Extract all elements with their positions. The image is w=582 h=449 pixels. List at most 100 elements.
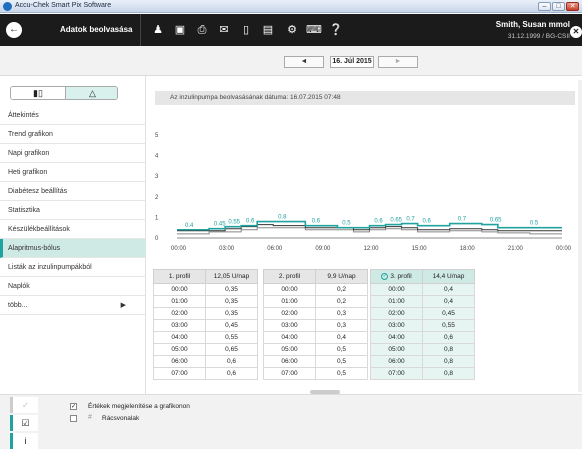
table-row: 06:00 0,8 (370, 355, 475, 368)
table-row: 06:00 0,5 (263, 355, 368, 368)
data-label: 0.6 (246, 219, 255, 225)
maximize-button[interactable]: □ (552, 2, 565, 11)
rate-cell: 0,35 (205, 283, 258, 296)
profile-table: ✓ 3. profil 14,4 U/nap 00:00 0,4 01:00 0,4 02:0… (370, 269, 475, 380)
rate-cell: 0,8 (422, 367, 475, 380)
sidebar-item[interactable]: Diabétesz beállítás (0, 182, 146, 201)
data-label: 0.5 (530, 221, 539, 227)
sidebar-item[interactable]: Alapritmus-bólus (0, 239, 146, 258)
minimize-button[interactable]: ‒ (538, 2, 551, 11)
sidebar-item[interactable]: Statisztika (0, 201, 146, 220)
rate-cell: 0,6 (205, 367, 258, 380)
rate-cell: 0,5 (315, 355, 368, 368)
previous-day-button[interactable]: ◄ (284, 56, 324, 68)
data-label: 0.7 (406, 217, 415, 223)
bar-chart-view-icon[interactable]: ▮▯ (11, 87, 65, 99)
table-row: 07:00 0,6 (153, 367, 258, 380)
table-row: 06:00 0,6 (153, 355, 258, 368)
sidebar-item-label: Alapritmus-bólus (8, 245, 61, 252)
profile-name[interactable]: 2. profil (263, 269, 316, 284)
back-arrow-icon[interactable]: ← (6, 22, 22, 38)
time-cell: 03:00 (263, 319, 316, 332)
device-config-icon[interactable]: ⌨ (306, 22, 322, 38)
x-tick-label: 21:00 (508, 246, 524, 252)
rate-cell: 0,3 (315, 307, 368, 320)
basal-rate-chart: 0 1 2 3 4 5 00:00 03:00 06:00 09:00 12:00 15:00 18:0… (146, 105, 575, 255)
y-tick-label: 5 (155, 133, 159, 139)
close-patient-icon[interactable]: ✕ (570, 26, 582, 38)
profile-daily-total: 12,05 U/nap (205, 269, 258, 284)
x-tick-label: 15:00 (412, 246, 428, 252)
vertical-scrollbar[interactable] (578, 80, 582, 392)
save-icon[interactable]: ▣ (172, 22, 188, 38)
sidebar-item[interactable]: Trend grafikon (0, 125, 146, 144)
table-row: 00:00 0,2 (263, 283, 368, 296)
next-day-button[interactable]: ► (378, 56, 418, 68)
y-tick-label: 3 (155, 174, 159, 180)
close-window-button[interactable]: ✕ (566, 2, 579, 11)
sidebar: ▮▯ △ Áttekintés Trend grafikon Napi grafik… (0, 76, 146, 394)
data-label: 0.6 (312, 219, 321, 225)
data-label: 0.45 (214, 222, 226, 228)
rate-cell: 0,45 (205, 319, 258, 332)
patients-icon[interactable]: ♟ (150, 22, 166, 38)
data-label: 0.4 (185, 223, 194, 229)
rate-cell: 0,6 (205, 355, 258, 368)
sidebar-item-label: Napi grafikon (8, 150, 50, 157)
sidebar-item[interactable]: Készülékbeállítások (0, 220, 146, 239)
table-row: 05:00 0,65 (153, 343, 258, 356)
gridlines-checkbox[interactable] (70, 415, 77, 422)
print-icon[interactable]: ⎙ (194, 22, 210, 38)
time-cell: 07:00 (263, 367, 316, 380)
show-values-checkbox[interactable]: ✓ (70, 403, 77, 410)
sidebar-item-label: Listák az inzulinpumpákból (8, 264, 92, 271)
profile-name: ✓ 3. profil (370, 269, 423, 284)
profile-table: 1. profil 12,05 U/nap 00:00 0,35 01:00 0,35 02… (153, 269, 258, 380)
current-date: 16. Júl 2015 (330, 56, 374, 68)
table-row: 04:00 0,55 (153, 331, 258, 344)
time-cell: 07:00 (370, 367, 423, 380)
time-cell: 02:00 (153, 307, 206, 320)
pdf-icon[interactable]: ▯ (238, 22, 254, 38)
time-cell: 06:00 (370, 355, 423, 368)
x-tick-label: 12:00 (364, 246, 380, 252)
sidebar-item-label: Áttekintés (8, 112, 39, 119)
table-row: 00:00 0,4 (370, 283, 475, 296)
time-cell: 00:00 (153, 283, 206, 296)
date-navigation-bar: ◄ 16. Júl 2015 ► (0, 46, 582, 76)
help-icon[interactable]: ❔ (328, 22, 344, 38)
time-cell: 06:00 (153, 355, 206, 368)
sidebar-item[interactable]: Naplók (0, 277, 146, 296)
toolbar-divider (140, 14, 141, 46)
settings-gear-icon[interactable]: ⚙ (284, 22, 300, 38)
sidebar-item[interactable]: Listák az inzulinpumpákból (0, 258, 146, 277)
table-row: 02:00 0,3 (263, 307, 368, 320)
rate-cell: 0,3 (315, 319, 368, 332)
time-cell: 01:00 (370, 295, 423, 308)
sidebar-item[interactable]: Napi grafikon (0, 144, 146, 163)
time-cell: 06:00 (263, 355, 316, 368)
rate-cell: 0,8 (422, 355, 475, 368)
rate-cell: 0,6 (422, 331, 475, 344)
time-cell: 04:00 (370, 331, 423, 344)
sidebar-item[interactable]: több... ▶ (0, 296, 146, 315)
sidebar-item[interactable]: Áttekintés (0, 106, 146, 125)
profile-name-label: 2. profil (278, 273, 301, 280)
options-checkbox-icon[interactable]: ☑ (10, 415, 38, 431)
y-tick-label: 0 (155, 236, 159, 242)
y-tick-label: 2 (155, 195, 159, 201)
image-export-icon[interactable]: ▤ (260, 22, 276, 38)
toolbar-title: Adatok beolvasása (60, 25, 133, 34)
table-row: 02:00 0,45 (370, 307, 475, 320)
time-cell: 05:00 (263, 343, 316, 356)
rate-cell: 0,4 (422, 295, 475, 308)
email-icon[interactable]: ✉ (216, 22, 232, 38)
time-cell: 02:00 (263, 307, 316, 320)
info-icon[interactable]: i (10, 433, 38, 449)
sidebar-item[interactable]: Heti grafikon (0, 163, 146, 182)
main-toolbar: ← Adatok beolvasása ♟ ▣ ⎙ ✉ ▯ ▤ ⚙ ⌨ ❔ Sm… (0, 14, 582, 46)
time-cell: 00:00 (263, 283, 316, 296)
chart-svg: 0 1 2 3 4 5 00:00 03:00 06:00 09:00 12:00 15:00 18:0… (146, 133, 572, 252)
profile-name[interactable]: 1. profil (153, 269, 206, 284)
pump-view-icon[interactable]: △ (65, 87, 117, 99)
